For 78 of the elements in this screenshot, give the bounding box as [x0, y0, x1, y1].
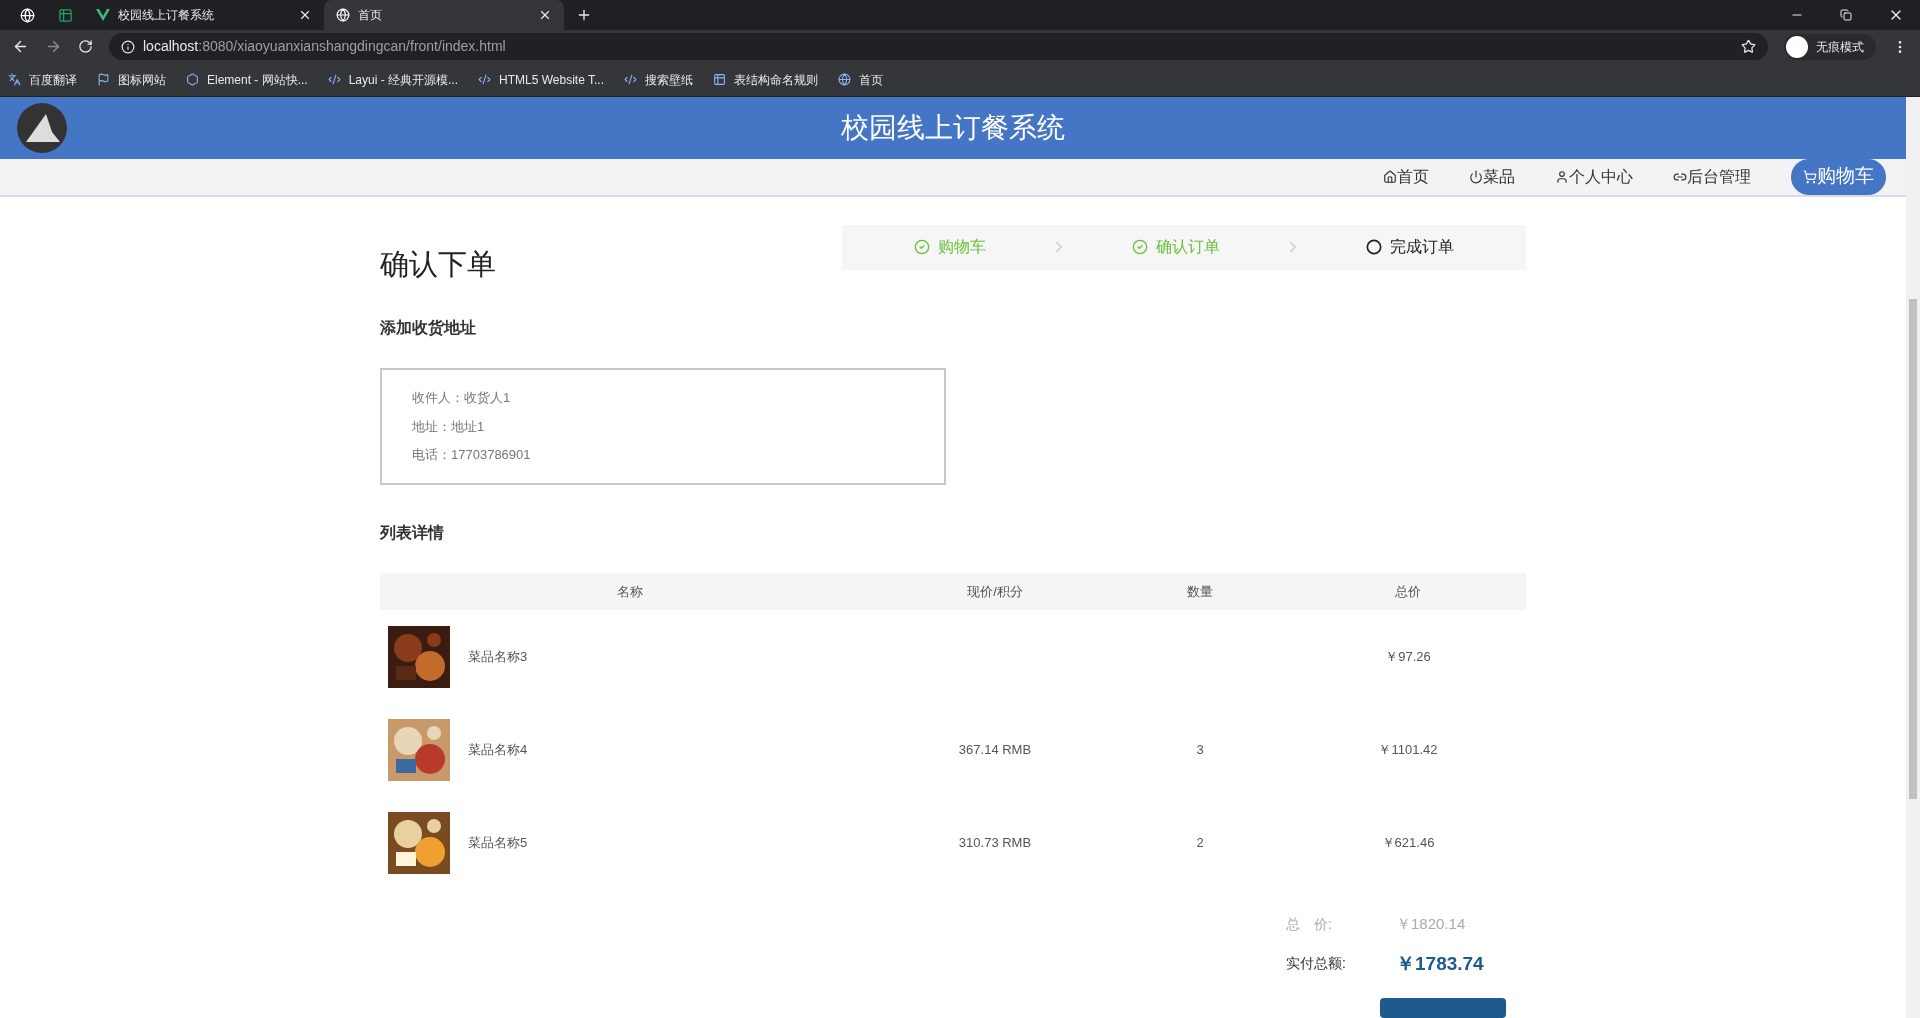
nav-link[interactable]: 个人中心: [1555, 164, 1633, 189]
home-icon: [1383, 169, 1397, 184]
bookmark-link[interactable]: 表结构命名规则: [713, 70, 818, 89]
dish-name: 菜品名称5: [468, 833, 528, 852]
bookmark-icon: [97, 73, 110, 86]
nav-link[interactable]: 首页: [1383, 164, 1429, 189]
bookmark-icon: [8, 73, 21, 86]
bookmark-link[interactable]: Layui - 经典开源模...: [327, 70, 459, 89]
address-line: 收件人：收货人1: [412, 389, 512, 408]
sheet-icon: [57, 7, 73, 23]
circle-icon: [1366, 239, 1382, 255]
column-header: 名称: [617, 582, 643, 601]
bookmark-icon: [186, 73, 199, 86]
restore-icon[interactable]: [1840, 9, 1852, 21]
site-title: 校园线上订餐系统: [841, 110, 1065, 145]
total-cell: ￥621.46: [1381, 834, 1435, 850]
page-title: 确认下单: [380, 246, 496, 282]
bookmark-link[interactable]: Element - 网站快...: [186, 70, 308, 89]
bookmark-icon: [624, 73, 637, 86]
close-icon[interactable]: [538, 8, 552, 22]
nav-link[interactable]: 菜品: [1469, 164, 1515, 189]
close-icon[interactable]: [298, 8, 312, 22]
tab-title: 校园线上订餐系统: [118, 7, 215, 24]
url-text: localhost:8080/xiaoyuanxianshangdingcan/front/index.html: [143, 37, 507, 56]
address-line: 电话：17703786901: [412, 446, 532, 465]
globe-icon: [19, 7, 35, 23]
total-value: ￥1820.14: [1396, 914, 1467, 934]
step: 确认订单: [1132, 235, 1220, 259]
quantity-cell: 2: [1196, 834, 1204, 850]
globe-icon: [336, 8, 350, 22]
bookmark-star-icon[interactable]: [1741, 39, 1756, 54]
section-heading: 列表详情: [380, 523, 445, 543]
bookmark-icon: [838, 73, 851, 86]
price-cell: 310.73 RMB: [958, 834, 1032, 850]
column-header: 现价/积分: [967, 582, 1023, 601]
quantity-cell: 3: [1196, 741, 1204, 757]
back-icon[interactable]: [12, 38, 29, 55]
address-card[interactable]: 收件人：收货人1 地址：地址1 电话：17703786901: [380, 368, 946, 485]
bookmark-link[interactable]: 首页: [838, 70, 883, 89]
reload-icon[interactable]: [78, 39, 93, 54]
nav-link[interactable]: 后台管理: [1673, 164, 1751, 189]
bookmark-link[interactable]: HTML5 Website T...: [478, 70, 604, 89]
info-icon: [121, 39, 135, 54]
power-icon: [1469, 169, 1483, 184]
incognito-icon: [1786, 35, 1808, 58]
paid-label: 实付总额:: [1286, 954, 1347, 974]
step: 购物车: [914, 235, 986, 259]
bookmark-icon: [327, 73, 341, 86]
browser-tab[interactable]: 首页: [324, 0, 564, 30]
nav-link[interactable]: 购物车: [1791, 158, 1886, 195]
bookmark-link[interactable]: 百度翻译: [8, 70, 77, 89]
step: 完成订单: [1366, 235, 1454, 259]
v-logo-icon: [96, 9, 110, 21]
total-cell: ￥1101.42: [1378, 741, 1438, 757]
check-circle-icon: [914, 239, 930, 255]
bookmark-icon: [478, 73, 492, 86]
user-icon: [1555, 169, 1569, 184]
total-cell: ￥97.26: [1385, 648, 1431, 664]
paid-value: ￥1783.74: [1396, 951, 1485, 976]
address-field[interactable]: localhost:8080/xiaoyuanxianshangdingcan/front/index.html: [109, 33, 1768, 60]
dish-name: 菜品名称3: [468, 647, 528, 666]
tab-title: 首页: [358, 7, 383, 24]
new-tab-icon[interactable]: [576, 7, 592, 23]
bookmark-link[interactable]: 图标网站: [97, 70, 166, 89]
price-cell: 367.14 RMB: [958, 741, 1032, 757]
forward-icon[interactable]: [45, 38, 62, 55]
column-header: 数量: [1187, 582, 1213, 601]
bookmark-icon: [713, 73, 726, 86]
profile-button[interactable]: 无痕模式: [1784, 33, 1876, 60]
check-circle-icon: [1132, 239, 1148, 255]
bookmark-link[interactable]: 搜索壁纸: [624, 70, 693, 89]
section-heading: 添加收货地址: [380, 318, 477, 339]
dish-name: 菜品名称4: [468, 740, 528, 759]
logo-icon: [16, 101, 68, 154]
total-label: 总 价:: [1286, 914, 1333, 934]
column-header: 总价: [1395, 582, 1421, 601]
cart-icon: [1803, 169, 1817, 184]
address-line: 地址：地址1: [412, 417, 486, 436]
